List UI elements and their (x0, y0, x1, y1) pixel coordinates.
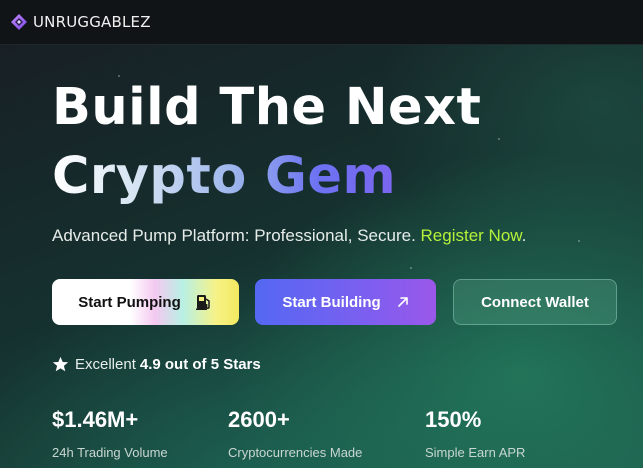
connect-wallet-button[interactable]: Connect Wallet (453, 279, 617, 325)
stat-value: 2600+ (228, 407, 290, 432)
arrow-up-right-icon (397, 297, 408, 307)
start-building-button[interactable]: Start Building (255, 279, 436, 325)
brand-logo[interactable]: UNRUGGABLEZ (10, 13, 151, 31)
stat-cryptocurrencies-made: 2600+ Cryptocurrencies Made (228, 407, 362, 461)
stat-label: 24h Trading Volume (52, 445, 168, 460)
star-dot (578, 240, 580, 242)
stat-value: $1.46M+ (52, 407, 139, 432)
register-now-link[interactable]: Register Now (421, 226, 522, 245)
top-navbar: UNRUGGABLEZ (0, 0, 643, 45)
hero-headline: Build The Next Crypto Gem (52, 73, 481, 211)
subtitle-period: . (521, 226, 527, 245)
connect-wallet-label: Connect Wallet (481, 293, 589, 311)
star-dot (410, 267, 412, 269)
start-building-label: Start Building (282, 293, 381, 311)
headline-line-1: Build The Next (52, 78, 482, 137)
stat-value: 150% (425, 407, 482, 432)
hero-subtitle: Advanced Pump Platform: Professional, Se… (52, 226, 526, 246)
start-pumping-button[interactable]: Start Pumping (52, 279, 239, 325)
stat-label: Simple Earn APR (425, 445, 526, 460)
fuel-pump-icon (195, 295, 210, 310)
rating-score: 4.9 out of 5 Stars (139, 356, 261, 373)
stat-label: Cryptocurrencies Made (228, 445, 363, 460)
star-dot (498, 138, 500, 140)
headline-line-2: Crypto Gem (52, 142, 481, 211)
rating-prefix: Excellent (75, 356, 136, 373)
subtitle-text: Advanced Pump Platform: Professional, Se… (52, 226, 421, 245)
stat-earn-apr: 150% Simple Earn APR (425, 407, 525, 461)
brand-name: UNRUGGABLEZ (33, 13, 151, 31)
star-icon (52, 356, 69, 372)
rating-summary: Excellent 4.9 out of 5 Stars (52, 356, 261, 373)
hero-section: Build The Next Crypto Gem Advanced Pump … (0, 45, 643, 468)
start-pumping-label: Start Pumping (78, 293, 181, 311)
stat-trading-volume: $1.46M+ 24h Trading Volume (52, 407, 168, 461)
diamond-logo-icon (11, 14, 27, 30)
